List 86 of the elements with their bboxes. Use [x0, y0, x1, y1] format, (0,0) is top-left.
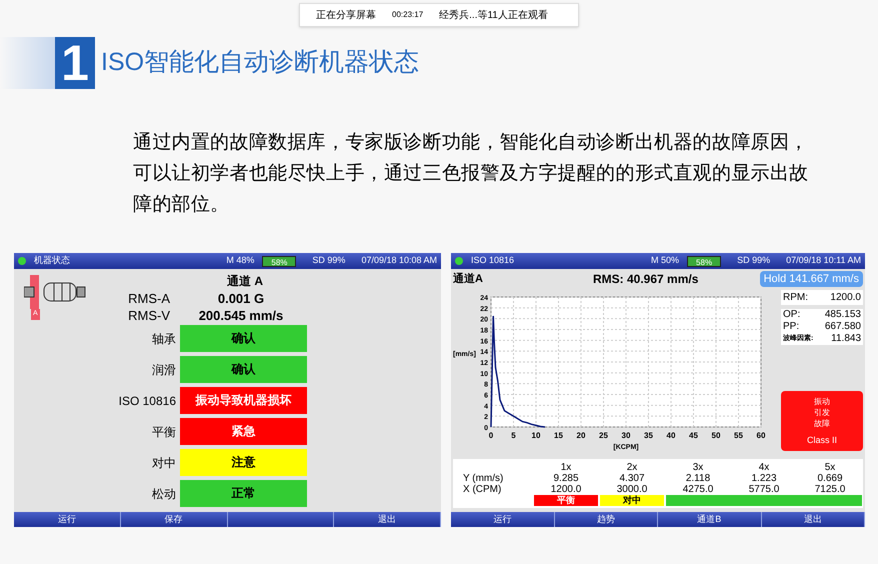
- alarm-text: 振动: [814, 396, 830, 407]
- slide-number: 1: [55, 37, 95, 89]
- hold-reading: Hold 141.667 mm/s: [760, 270, 863, 288]
- status-indicator: 确认: [180, 356, 307, 383]
- table-cell-text: 4275.0: [682, 484, 714, 494]
- x-tick-label: 15: [554, 431, 563, 440]
- x-tick-label: 25: [599, 431, 608, 440]
- x-tick-label: 55: [734, 431, 743, 440]
- table-cell-text: 1200.0: [550, 484, 582, 494]
- column-header: 3x: [692, 462, 704, 472]
- check-label: 润滑: [151, 362, 177, 378]
- x-tick-label: 60: [756, 431, 766, 440]
- x-tick-label: 45: [689, 431, 698, 440]
- softkey-button[interactable]: 退出: [762, 512, 865, 527]
- status-indicator: 确认: [180, 325, 307, 352]
- status-indicator: 紧急: [180, 418, 307, 445]
- channel-title: 通道 A: [226, 273, 264, 290]
- date-time: 07/09/18 10:08 AM: [361, 254, 437, 268]
- sharing-status: 正在分享屏幕: [316, 8, 376, 22]
- check-label: 对中: [151, 454, 177, 472]
- status-indicator: 注意: [180, 449, 307, 476]
- row-label: Y (mm/s): [462, 472, 504, 484]
- alarm-class: Class II: [806, 435, 837, 446]
- x-tick-label: 10: [532, 431, 540, 440]
- table-cell-text: 1.223: [750, 472, 778, 484]
- stat-value: 667.580: [824, 321, 861, 333]
- screen-title: ISO 10816: [471, 254, 516, 268]
- battery-icon: 58%: [262, 256, 296, 266]
- alarm-text: 故障: [814, 418, 830, 429]
- check-label: ISO 10816: [118, 392, 177, 410]
- storage-reading: SD 99%: [312, 254, 346, 268]
- diagnosis-tag: 对中: [600, 494, 664, 506]
- softkey-button[interactable]: 运行: [451, 512, 554, 527]
- stat-label: OP:: [783, 309, 800, 321]
- status-indicator: 正常: [180, 480, 307, 507]
- slide-body-text: 通过内置的故障数据库，专家版诊断功能，智能化自动诊断出机器的故障原因，可以让初学者也能尽快上手，通过三色报警及方字提醒的的形式直观的显示出故障的部位。: [133, 131, 810, 217]
- viewer-count: 经秀兵...等11人正在观看: [439, 8, 548, 22]
- x-tick-label: 40: [666, 431, 676, 440]
- check-label: 轴承: [151, 330, 177, 348]
- table-cell-text: 2.118: [684, 472, 712, 484]
- channel-title: 通道A: [453, 272, 484, 287]
- x-tick-label: 35: [644, 431, 653, 440]
- reading-value: 0.001 G: [216, 290, 266, 307]
- rms-reading: RMS: 40.967 mm/s: [593, 271, 700, 288]
- table-cell-text: 0.669: [816, 472, 844, 484]
- reading-label: RMS-V: [127, 307, 171, 324]
- softkey-button[interactable]: 运行: [14, 512, 121, 527]
- column-header: 5x: [824, 462, 836, 472]
- row-label: X (CPM): [462, 484, 502, 494]
- check-label: 平衡: [151, 424, 177, 440]
- storage-reading: SD 99%: [737, 254, 770, 268]
- table-cell-text: 9.285: [552, 472, 580, 484]
- softkey-button[interactable]: 退出: [334, 512, 441, 527]
- x-tick-label: 50: [712, 431, 720, 440]
- column-header: 4x: [758, 462, 770, 472]
- memory-reading: M 50%: [651, 254, 680, 268]
- x-tick-label: 30: [622, 431, 630, 440]
- date-time: 07/09/18 10:11 AM: [786, 254, 861, 268]
- x-tick-label: 5: [511, 431, 516, 440]
- table-cell-text: 7125.0: [814, 484, 846, 494]
- status-indicator: 振动导致机器损坏: [180, 387, 307, 414]
- x-tick-label: 20: [576, 431, 586, 440]
- slide-title: ISO智能化自动诊断机器状态: [101, 47, 420, 78]
- share-timer: 00:23:17: [392, 9, 424, 21]
- table-cell-text: 5775.0: [748, 484, 780, 494]
- screen-title: 机器状态: [34, 254, 71, 268]
- rpm-value: 1200.0: [830, 291, 861, 305]
- softkey-button[interactable]: 通道B: [658, 512, 762, 527]
- rpm-label: RPM:: [783, 291, 808, 305]
- column-header: 2x: [626, 462, 638, 472]
- stat-label: PP:: [783, 321, 800, 333]
- reading-value: 200.545 mm/s: [198, 307, 284, 324]
- battery-icon: 58%: [687, 256, 722, 266]
- reading-label: RMS-A: [127, 290, 171, 307]
- table-cell-text: 3000.0: [616, 484, 648, 494]
- stat-value: 11.843: [831, 333, 861, 345]
- table-cell-text: 4.307: [618, 472, 646, 484]
- softkey-button[interactable]: 趋势: [554, 512, 658, 527]
- stat-value: 485.153: [824, 309, 861, 321]
- column-header: 1x: [560, 462, 572, 472]
- memory-reading: M 48%: [226, 254, 254, 268]
- alarm-text: 引发: [814, 407, 830, 418]
- softkey-button[interactable]: 保存: [120, 512, 228, 527]
- diagnosis-tag: 平衡: [534, 494, 598, 506]
- check-label: 松动: [151, 486, 177, 502]
- x-tick-label: 0: [488, 431, 494, 440]
